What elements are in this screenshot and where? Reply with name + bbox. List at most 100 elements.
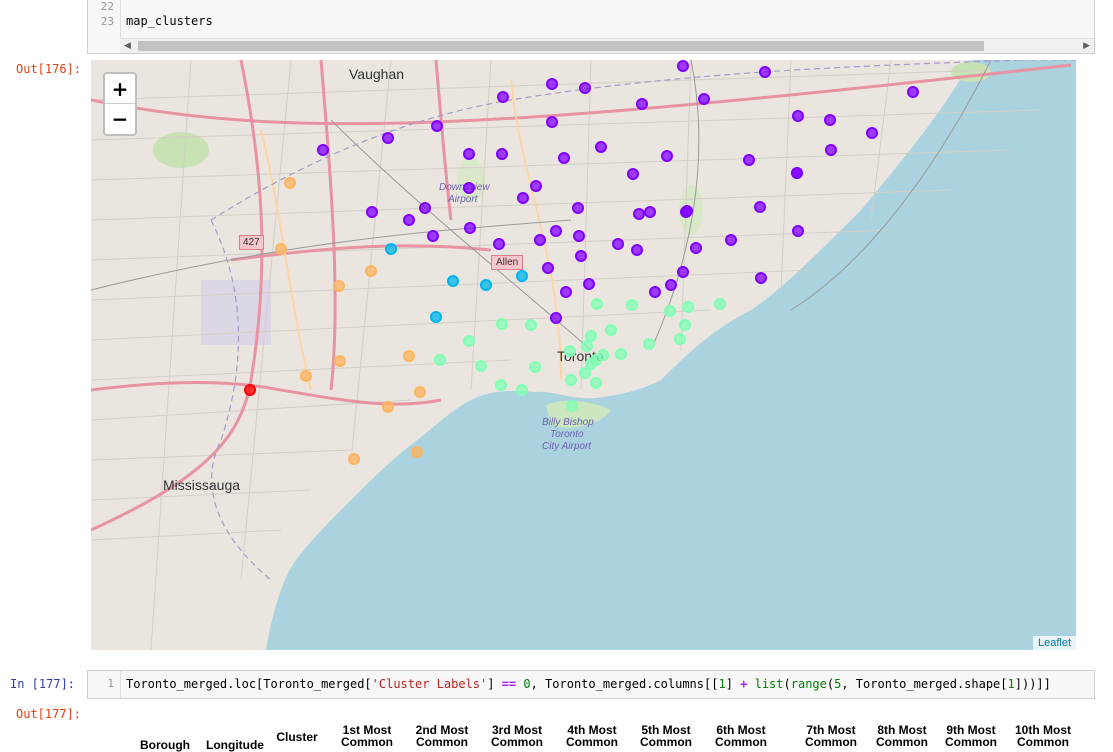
map-marker-cluster4[interactable] [414, 386, 426, 398]
map-marker-cluster3[interactable] [674, 333, 686, 345]
map-marker-cluster4[interactable] [275, 243, 287, 255]
map-marker-cluster1[interactable] [612, 238, 624, 250]
map-marker-cluster1[interactable] [431, 120, 443, 132]
map-marker-cluster3[interactable] [585, 330, 597, 342]
map-marker-cluster1[interactable] [463, 182, 475, 194]
code-line[interactable]: Toronto_merged.loc[Toronto_merged['Clust… [126, 677, 1051, 691]
map-marker-cluster1[interactable] [759, 66, 771, 78]
map-marker-cluster4[interactable] [382, 401, 394, 413]
map-marker-cluster1[interactable] [665, 279, 677, 291]
map-marker-cluster1[interactable] [907, 86, 919, 98]
map-marker-cluster1[interactable] [546, 116, 558, 128]
map-marker-cluster4[interactable] [365, 265, 377, 277]
map-marker-cluster3[interactable] [626, 299, 638, 311]
map-marker-cluster1[interactable] [463, 148, 475, 160]
map-marker-cluster1[interactable] [636, 98, 648, 110]
map-marker-cluster1[interactable] [792, 225, 804, 237]
map-marker-cluster1[interactable] [530, 180, 542, 192]
map-marker-cluster2[interactable] [516, 270, 528, 282]
zoom-out-button[interactable]: − [105, 104, 135, 134]
map-marker-cluster3[interactable] [463, 335, 475, 347]
map-marker-cluster1[interactable] [627, 168, 639, 180]
map-marker-cluster1[interactable] [464, 222, 476, 234]
map-marker-cluster3[interactable] [581, 340, 593, 352]
map-marker-cluster1[interactable] [698, 93, 710, 105]
map-marker-cluster3[interactable] [434, 354, 446, 366]
map-marker-cluster4[interactable] [333, 280, 345, 292]
map-marker-cluster4[interactable] [334, 355, 346, 367]
map-marker-cluster1[interactable] [649, 286, 661, 298]
map-marker-cluster3[interactable] [664, 305, 676, 317]
map-marker-cluster3[interactable] [682, 301, 694, 313]
map-marker-cluster3[interactable] [590, 377, 602, 389]
map-marker-cluster4[interactable] [403, 350, 415, 362]
map-marker-cluster1[interactable] [550, 312, 562, 324]
map-marker-cluster1[interactable] [573, 230, 585, 242]
map-marker-cluster1[interactable] [575, 250, 587, 262]
map-marker-cluster1[interactable] [690, 242, 702, 254]
map-marker-cluster3[interactable] [496, 318, 508, 330]
map-marker-cluster1[interactable] [754, 201, 766, 213]
map-marker-cluster1[interactable] [496, 148, 508, 160]
map-marker-cluster1[interactable] [427, 230, 439, 242]
map-marker-cluster3[interactable] [495, 379, 507, 391]
map-marker-cluster1[interactable] [677, 60, 689, 72]
map-marker-cluster4[interactable] [300, 370, 312, 382]
map-marker-cluster3[interactable] [643, 338, 655, 350]
map-marker-cluster1[interactable] [725, 234, 737, 246]
map-marker-cluster2[interactable] [447, 275, 459, 287]
map-marker-cluster3[interactable] [679, 319, 691, 331]
map-marker-cluster3[interactable] [605, 324, 617, 336]
map-marker-cluster3[interactable] [516, 384, 528, 396]
scrollbar-thumb[interactable] [138, 41, 984, 51]
map-marker-cluster1[interactable] [661, 150, 673, 162]
map-marker-cluster2[interactable] [430, 311, 442, 323]
map-marker-cluster3[interactable] [529, 361, 541, 373]
map-marker-cluster3[interactable] [585, 358, 597, 370]
leaflet-attribution-link[interactable]: Leaflet [1032, 636, 1076, 650]
map-marker-cluster3[interactable] [615, 348, 627, 360]
map-marker-cluster3[interactable] [475, 360, 487, 372]
leaflet-map[interactable]: Vaughan Mississauga Toronto Downsview Ai… [91, 60, 1076, 650]
scroll-right-icon[interactable]: ▶ [1083, 39, 1090, 53]
map-marker-cluster1[interactable] [317, 144, 329, 156]
map-marker-cluster2[interactable] [480, 279, 492, 291]
map-marker-cluster3[interactable] [591, 298, 603, 310]
map-marker-cluster1[interactable] [366, 206, 378, 218]
map-marker-cluster1[interactable] [517, 192, 529, 204]
map-marker-cluster1[interactable] [534, 234, 546, 246]
horizontal-scrollbar[interactable]: ◀ ▶ [120, 38, 1094, 53]
map-marker-cluster1[interactable] [493, 238, 505, 250]
map-marker-cluster1[interactable] [550, 225, 562, 237]
map-marker-cluster1[interactable] [633, 208, 645, 220]
map-marker-cluster1[interactable] [825, 144, 837, 156]
zoom-in-button[interactable]: + [105, 74, 135, 104]
map-marker-cluster1[interactable] [631, 244, 643, 256]
map-marker-cluster1[interactable] [497, 91, 509, 103]
map-marker-cluster1[interactable] [755, 272, 767, 284]
code-cell-bottom[interactable]: 1 Toronto_merged.loc[Toronto_merged['Clu… [87, 670, 1095, 699]
map-marker-cluster2[interactable] [385, 243, 397, 255]
map-marker-cluster1[interactable] [824, 114, 836, 126]
map-marker-cluster4[interactable] [411, 446, 423, 458]
map-marker-cluster1[interactable] [382, 132, 394, 144]
map-marker-cluster1[interactable] [546, 78, 558, 90]
map-marker-cluster3[interactable] [525, 319, 537, 331]
map-marker-cluster1[interactable] [558, 152, 570, 164]
map-marker-cluster1[interactable] [791, 167, 803, 179]
map-marker-cluster1[interactable] [792, 110, 804, 122]
map-marker-cluster1[interactable] [579, 82, 591, 94]
map-marker-cluster4[interactable] [348, 453, 360, 465]
map-marker-cluster1[interactable] [677, 266, 689, 278]
map-marker-cluster1[interactable] [644, 206, 656, 218]
map-marker-cluster1[interactable] [583, 278, 595, 290]
code-cell-top[interactable]: 22 23 map_clusters ◀ ▶ [87, 0, 1095, 54]
map-marker-cluster1[interactable] [680, 206, 692, 218]
map-marker-cluster3[interactable] [579, 367, 591, 379]
map-marker-cluster1[interactable] [572, 202, 584, 214]
map-marker-cluster1[interactable] [403, 214, 415, 226]
map-marker-cluster3[interactable] [714, 298, 726, 310]
map-marker-cluster0[interactable] [244, 384, 256, 396]
map-marker-cluster1[interactable] [419, 202, 431, 214]
scroll-left-icon[interactable]: ◀ [124, 39, 131, 53]
